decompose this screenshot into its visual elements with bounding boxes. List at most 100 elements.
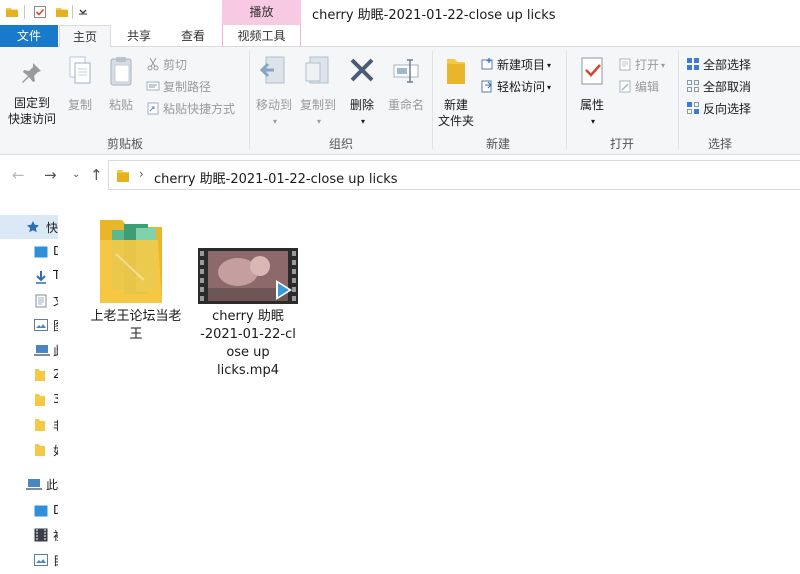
paste-shortcut-label: 粘贴快捷方式	[163, 102, 236, 116]
folder-icon[interactable]	[35, 443, 45, 456]
ribbon-tab-row: 文件 主页 共享 查看 视频工具	[0, 25, 800, 48]
folder-icon[interactable]	[35, 368, 45, 381]
tab-view[interactable]: 查看	[166, 25, 220, 47]
desktop-icon[interactable]	[34, 246, 48, 258]
download-icon[interactable]	[34, 270, 48, 284]
properties-check-icon[interactable]	[33, 5, 47, 19]
properties-dropdown-icon: ▾	[590, 117, 595, 126]
this-pc-icon[interactable]	[34, 344, 50, 356]
select-none-button[interactable]: 全部取消	[686, 78, 751, 96]
edit-button[interactable]: 编辑	[618, 78, 659, 96]
pictures-icon[interactable]	[34, 319, 48, 331]
tab-share[interactable]: 共享	[114, 25, 164, 47]
select-all-button[interactable]: 全部选择	[686, 56, 751, 74]
delete-label: 删除	[349, 98, 374, 112]
properties-button[interactable]: 属性 ▾	[572, 55, 612, 130]
window-title: cherry 助眠-2021-01-22-close up licks	[312, 8, 556, 23]
quick-access-label: 快	[46, 221, 58, 235]
rename-icon	[393, 59, 419, 83]
invert-selection-label: 反向选择	[703, 102, 752, 116]
select-all-icon	[687, 58, 699, 70]
cut-label: 剪切	[163, 58, 188, 72]
address-bar[interactable]: › cherry 助眠-2021-01-22-close up licks	[108, 160, 800, 190]
easy-access-icon	[481, 80, 492, 93]
pin-icon	[22, 63, 41, 83]
easy-access-dropdown-icon: ▾	[547, 83, 552, 92]
forward-arrow-icon[interactable]: →	[44, 166, 57, 184]
up-arrow-icon[interactable]: ↑	[90, 166, 103, 184]
tab-file[interactable]: 文件	[0, 25, 58, 47]
new-folder-button[interactable]: 新建 文件夹	[436, 55, 476, 129]
file-item-folder[interactable]: 上老王论坛当老 王	[86, 214, 186, 364]
breadcrumb-chevron-icon[interactable]: ›	[139, 167, 144, 181]
pin-label-line1: 固定到	[13, 96, 50, 110]
new-item-button[interactable]: 新建项目 ▾	[480, 56, 551, 74]
context-tab-group-label: 播放	[249, 5, 274, 19]
file-name-line: 王	[129, 327, 143, 342]
new-folder-icon[interactable]	[55, 5, 69, 19]
customize-toolbar-chevron-icon[interactable]	[76, 5, 90, 19]
paste-label: 粘贴	[108, 98, 133, 112]
folder-icon	[117, 170, 129, 182]
tab-home[interactable]: 主页	[59, 25, 111, 48]
title-bar: 播放 cherry 助眠-2021-01-22-close up licks	[0, 0, 800, 25]
this-pc-icon[interactable]	[26, 478, 42, 490]
copy-to-button[interactable]: 复制到 ▾	[296, 55, 340, 130]
file-name-line: -2021-01-22-cl	[200, 327, 296, 342]
rename-button[interactable]: 重命名	[384, 55, 428, 113]
this-pc-label[interactable]: 此	[46, 476, 58, 493]
invert-selection-icon	[687, 102, 699, 114]
invert-selection-button[interactable]: 反向选择	[686, 100, 751, 118]
delete-x-icon	[350, 58, 374, 82]
group-label-open: 打开	[609, 137, 634, 151]
paste-shortcut-button[interactable]: 粘贴快捷方式	[146, 100, 235, 118]
desktop-icon[interactable]	[34, 505, 48, 517]
navigation-pane: 快 D T 文 图 此 2 3 非 如 此 D 初 目	[0, 203, 58, 574]
delete-dropdown-icon: ▾	[360, 117, 365, 126]
folder-large-icon	[100, 220, 162, 303]
open-label: 打开	[635, 58, 660, 72]
move-to-label: 移动到	[255, 98, 292, 112]
copy-icon	[69, 56, 91, 84]
back-arrow-icon[interactable]: ←	[12, 166, 25, 184]
copy-button[interactable]: 复制	[62, 55, 98, 113]
copy-path-button[interactable]: 复制路径	[146, 78, 211, 96]
move-to-dropdown-icon: ▾	[272, 117, 277, 126]
rename-label: 重命名	[387, 98, 424, 112]
pin-to-quick-access-button[interactable]: 固定到 快速访问	[4, 61, 60, 127]
move-to-icon	[259, 56, 285, 84]
file-list-area: 上老王论坛当老 王 cherry 助眠 -2021-01-22-cl ose u…	[58, 192, 800, 574]
videos-icon[interactable]	[34, 528, 48, 542]
copy-label: 复制	[67, 98, 92, 112]
select-none-label: 全部取消	[703, 80, 752, 94]
easy-access-button[interactable]: 轻松访问 ▾	[480, 78, 551, 96]
document-icon[interactable]	[34, 294, 48, 308]
context-tab-group-play: 播放	[222, 0, 301, 25]
cut-button[interactable]: 剪切	[146, 56, 187, 74]
properties-label: 属性	[579, 98, 604, 112]
group-label-organize: 组织	[328, 137, 353, 151]
group-label-select: 选择	[707, 137, 732, 151]
new-folder-icon	[447, 59, 465, 84]
breadcrumb-path[interactable]: cherry 助眠-2021-01-22-close up licks	[154, 168, 398, 187]
paste-button[interactable]: 粘贴	[102, 55, 140, 113]
star-icon	[27, 221, 39, 233]
tab-video-tools[interactable]: 视频工具	[222, 25, 301, 47]
group-label-clipboard: 剪贴板	[106, 137, 143, 151]
folder-icon[interactable]	[35, 418, 45, 431]
select-all-label: 全部选择	[703, 58, 752, 72]
new-folder-label-line1: 新建	[443, 98, 468, 112]
delete-button[interactable]: 删除 ▾	[344, 55, 380, 130]
pictures-icon[interactable]	[34, 554, 48, 566]
move-to-button[interactable]: 移动到 ▾	[252, 55, 296, 130]
copy-to-label: 复制到	[299, 98, 336, 112]
folder-icon[interactable]	[35, 393, 45, 406]
nav-item-quick-access[interactable]: 快	[0, 215, 58, 239]
open-button[interactable]: 打开 ▾	[618, 56, 665, 74]
paste-shortcut-icon	[147, 102, 159, 115]
file-item-video[interactable]: cherry 助眠 -2021-01-22-cl ose up licks.mp…	[196, 248, 300, 378]
recent-locations-chevron-icon[interactable]: ⌄	[72, 169, 80, 180]
open-icon	[619, 58, 631, 71]
file-name-line: ose up	[226, 345, 270, 360]
new-item-icon	[481, 58, 493, 70]
